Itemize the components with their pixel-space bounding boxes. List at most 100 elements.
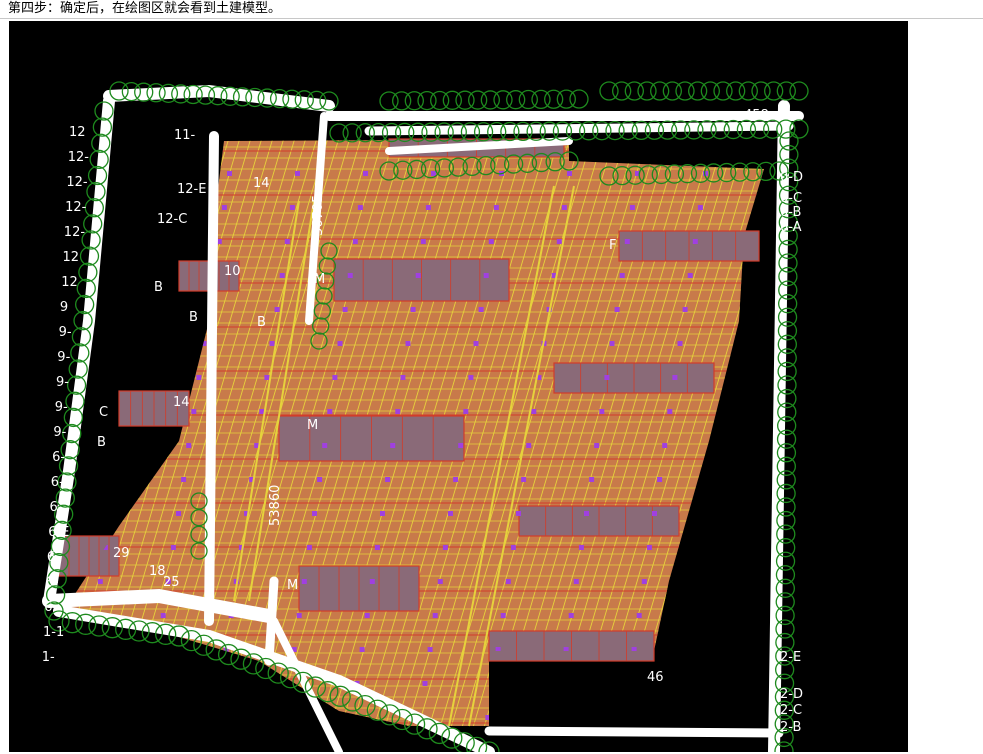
column-mark bbox=[531, 409, 537, 414]
column-mark bbox=[431, 171, 436, 176]
column-mark bbox=[113, 477, 119, 482]
column-mark bbox=[159, 171, 164, 176]
column-mark bbox=[385, 477, 391, 482]
column-mark bbox=[281, 715, 287, 720]
grid-line-v bbox=[799, 131, 908, 741]
column-mark bbox=[422, 681, 428, 686]
column-mark bbox=[264, 375, 270, 380]
column-mark bbox=[662, 443, 668, 448]
axis-label-right: 0-C bbox=[780, 191, 802, 206]
axis-band-top-2 bbox=[364, 121, 794, 136]
grid-line-v bbox=[64, 139, 166, 726]
column-mark bbox=[347, 273, 353, 278]
grid-line-v bbox=[9, 131, 44, 741]
axis-label-right: 458 bbox=[744, 108, 769, 123]
column-mark bbox=[312, 511, 317, 516]
column-mark bbox=[621, 715, 627, 720]
column-mark bbox=[619, 273, 625, 278]
column-mark bbox=[395, 409, 401, 414]
column-mark bbox=[473, 341, 479, 346]
column-mark bbox=[437, 579, 443, 584]
room-block bbox=[618, 230, 760, 262]
cad-model-canvas[interactable]: 1212-12-12-12-121299-9-9-9-9-6-6-6-6-E6-… bbox=[9, 21, 908, 752]
column-mark bbox=[97, 579, 103, 584]
column-mark bbox=[427, 647, 433, 652]
column-mark bbox=[227, 171, 232, 176]
column-mark bbox=[306, 545, 312, 550]
column-mark bbox=[553, 715, 559, 720]
column-mark bbox=[295, 171, 300, 176]
axis-label-left: 6- bbox=[46, 575, 59, 590]
column-mark bbox=[599, 409, 605, 414]
grid-line-v bbox=[9, 131, 22, 741]
column-mark bbox=[578, 545, 584, 550]
axis-label-right: 0-A bbox=[780, 220, 802, 235]
column-mark bbox=[420, 239, 426, 244]
column-mark bbox=[493, 205, 499, 210]
column-mark bbox=[269, 341, 275, 346]
column-mark bbox=[374, 545, 380, 550]
axis-label-right: 2-E bbox=[780, 650, 801, 665]
axis-label-inner: 12-C bbox=[157, 212, 187, 227]
column-mark bbox=[505, 579, 511, 584]
axis-label-inner: E bbox=[309, 250, 317, 265]
column-mark bbox=[483, 273, 489, 278]
column-mark bbox=[133, 341, 139, 346]
column-mark bbox=[364, 613, 370, 618]
axis-label-left: 12 bbox=[63, 250, 80, 265]
axis-label-left: 9- bbox=[56, 375, 69, 390]
column-mark bbox=[390, 443, 396, 448]
column-mark bbox=[415, 273, 421, 278]
column-mark bbox=[629, 205, 635, 210]
axis-bubble bbox=[789, 119, 809, 139]
axis-label-inner: M bbox=[314, 272, 325, 287]
column-mark bbox=[332, 375, 338, 380]
column-mark bbox=[289, 205, 295, 210]
column-mark bbox=[221, 205, 227, 210]
axis-label-left: 9 bbox=[60, 300, 68, 315]
column-mark bbox=[363, 171, 368, 176]
column-mark bbox=[677, 341, 683, 346]
column-mark bbox=[692, 239, 698, 244]
room-block bbox=[518, 505, 680, 537]
column-mark bbox=[301, 579, 307, 584]
column-mark bbox=[636, 613, 642, 618]
column-mark bbox=[652, 511, 657, 516]
column-mark bbox=[213, 715, 219, 720]
axis-label-right: 0-D bbox=[780, 170, 803, 185]
column-mark bbox=[274, 307, 280, 312]
axis-label-left: 12 bbox=[61, 275, 78, 290]
grid-line-v bbox=[9, 131, 11, 741]
axis-label-left: 12- bbox=[64, 225, 86, 240]
drawing-area[interactable]: 12 12- 12- 12- 12- 12 12 9 9- 9- 9- 9- 9- 6- 6- 6- 6-E 6-… bbox=[9, 21, 908, 752]
dimension-label: 53860 bbox=[268, 485, 283, 526]
grid-line-v bbox=[64, 139, 155, 726]
column-mark bbox=[405, 341, 411, 346]
grid-line-v bbox=[9, 131, 33, 741]
axis-label-inner: F bbox=[609, 238, 616, 253]
column-mark bbox=[369, 579, 375, 584]
column-mark bbox=[500, 613, 506, 618]
axis-label-left: 1- bbox=[42, 650, 55, 665]
column-mark bbox=[641, 579, 647, 584]
column-mark bbox=[284, 239, 290, 244]
column-mark bbox=[327, 409, 333, 414]
column-mark bbox=[521, 477, 527, 482]
column-mark bbox=[442, 545, 448, 550]
column-mark bbox=[82, 681, 88, 686]
column-mark bbox=[568, 613, 574, 618]
axis-label-inner: 11- bbox=[174, 128, 196, 143]
axis-label-inner: 25 bbox=[163, 575, 180, 590]
column-mark bbox=[145, 715, 151, 720]
column-mark bbox=[108, 511, 113, 516]
column-mark bbox=[425, 205, 431, 210]
column-mark bbox=[410, 307, 416, 312]
axis-label-inner: B bbox=[97, 435, 106, 450]
column-mark bbox=[672, 375, 678, 380]
grid-line-v bbox=[732, 139, 764, 726]
column-mark bbox=[516, 511, 521, 516]
column-mark bbox=[296, 613, 302, 618]
column-mark bbox=[687, 273, 693, 278]
axis-label-left: 9- bbox=[53, 425, 66, 440]
caption-divider bbox=[0, 18, 983, 19]
